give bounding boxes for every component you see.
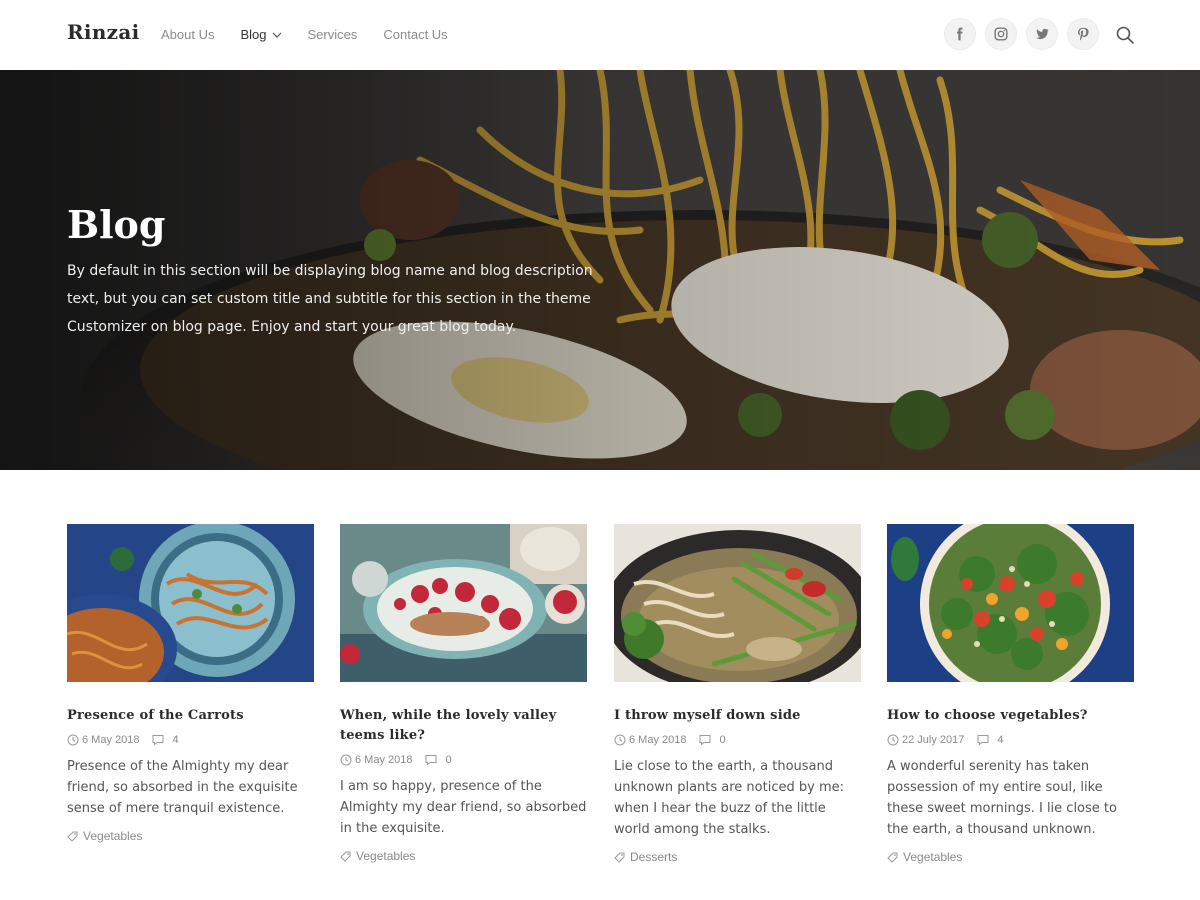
- comment-icon: [699, 735, 711, 746]
- post-date: 22 July 2017: [887, 734, 964, 746]
- post-meta: 6 May 2018 0: [614, 734, 861, 746]
- post-card: Presence of the Carrots 6 May 2018 4 Pre…: [67, 524, 314, 843]
- post-comment-count: 0: [719, 734, 726, 746]
- post-comment-count: 4: [997, 734, 1004, 746]
- facebook-icon: [957, 27, 963, 41]
- facebook-button[interactable]: [944, 18, 976, 50]
- post-date: 6 May 2018: [67, 734, 139, 746]
- post-category-label: Vegetables: [83, 829, 143, 843]
- post-card: How to choose vegetables? 22 July 2017 4…: [887, 524, 1134, 864]
- pinterest-icon: [1078, 27, 1089, 41]
- clock-icon: [887, 734, 899, 746]
- nav-item-blog[interactable]: Blog: [240, 27, 281, 42]
- post-category[interactable]: Vegetables: [340, 849, 587, 863]
- page-description: By default in this section will be displ…: [67, 263, 593, 335]
- post-comments[interactable]: 0: [425, 754, 452, 766]
- pinterest-button[interactable]: [1067, 18, 1099, 50]
- comment-icon: [977, 735, 989, 746]
- tag-icon: [340, 851, 351, 862]
- clock-icon: [614, 734, 626, 746]
- post-category-label: Vegetables: [356, 849, 416, 863]
- nav-item-services[interactable]: Services: [308, 27, 358, 42]
- post-comments[interactable]: 0: [699, 734, 726, 746]
- post-date: 6 May 2018: [340, 754, 412, 766]
- post-comment-count: 0: [445, 754, 452, 766]
- post-category[interactable]: Vegetables: [67, 829, 314, 843]
- post-card: I throw myself down side 6 May 2018 0 Li…: [614, 524, 861, 864]
- main-nav: About Us Blog Services Contact Us: [161, 27, 474, 42]
- comment-icon: [425, 755, 437, 766]
- post-comments[interactable]: 4: [152, 734, 179, 746]
- post-comment-count: 4: [172, 734, 179, 746]
- nav-item-label: Contact Us: [383, 27, 448, 42]
- post-card: When, while the lovely valley teems like…: [340, 524, 587, 863]
- post-date-text: 22 July 2017: [902, 734, 965, 746]
- post-excerpt: Lie close to the earth, a thousand unkno…: [614, 759, 844, 837]
- twitter-button[interactable]: [1026, 18, 1058, 50]
- post-category-label: Vegetables: [903, 850, 963, 864]
- post-excerpt: A wonderful serenity has taken possessio…: [887, 759, 1117, 837]
- nav-item-label: Services: [307, 27, 358, 42]
- instagram-button[interactable]: [985, 18, 1017, 50]
- post-title[interactable]: When, while the lovely valley teems like…: [340, 706, 587, 746]
- comment-icon: [152, 735, 164, 746]
- post-category[interactable]: Vegetables: [887, 850, 1134, 864]
- post-excerpt: Presence of the Almighty my dear friend,…: [67, 759, 298, 816]
- post-thumbnail[interactable]: [67, 524, 314, 682]
- post-category-label: Desserts: [630, 850, 678, 864]
- post-meta: 6 May 2018 0: [340, 754, 587, 766]
- post-thumbnail[interactable]: [887, 524, 1134, 682]
- post-date-text: 6 May 2018: [629, 734, 687, 746]
- clock-icon: [67, 734, 79, 746]
- nav-item-label: Blog: [240, 27, 267, 42]
- tag-icon: [614, 852, 625, 863]
- post-thumbnail[interactable]: [340, 524, 587, 682]
- post-title[interactable]: I throw myself down side: [614, 706, 861, 726]
- post-thumbnail[interactable]: [614, 524, 861, 682]
- post-comments[interactable]: 4: [977, 734, 1004, 746]
- clock-icon: [340, 754, 352, 766]
- site-logo[interactable]: Rinzai: [67, 20, 139, 44]
- page-title: Blog: [67, 202, 166, 247]
- post-category[interactable]: Desserts: [614, 850, 861, 864]
- nav-item-contact-us[interactable]: Contact Us: [383, 27, 447, 42]
- post-meta: 22 July 2017 4: [887, 734, 1134, 746]
- search-icon[interactable]: [1115, 25, 1135, 45]
- nav-item-about-us[interactable]: About Us: [161, 27, 214, 42]
- instagram-icon: [994, 27, 1008, 41]
- nav-item-label: About Us: [161, 27, 215, 42]
- post-meta: 6 May 2018 4: [67, 734, 314, 746]
- social-links: [944, 18, 1108, 50]
- twitter-icon: [1036, 28, 1049, 40]
- post-date-text: 6 May 2018: [355, 754, 413, 766]
- hero-section: Blog By default in this section will be …: [0, 70, 1200, 470]
- site-header: Rinzai About Us Blog Services Contact Us: [0, 0, 1200, 70]
- post-title[interactable]: Presence of the Carrots: [67, 706, 314, 726]
- post-excerpt: I am so happy, presence of the Almighty …: [340, 779, 587, 836]
- post-date-text: 6 May 2018: [82, 734, 140, 746]
- tag-icon: [887, 852, 898, 863]
- tag-icon: [67, 831, 78, 842]
- chevron-down-icon: [272, 32, 281, 38]
- post-date: 6 May 2018: [614, 734, 686, 746]
- post-title[interactable]: How to choose vegetables?: [887, 706, 1134, 726]
